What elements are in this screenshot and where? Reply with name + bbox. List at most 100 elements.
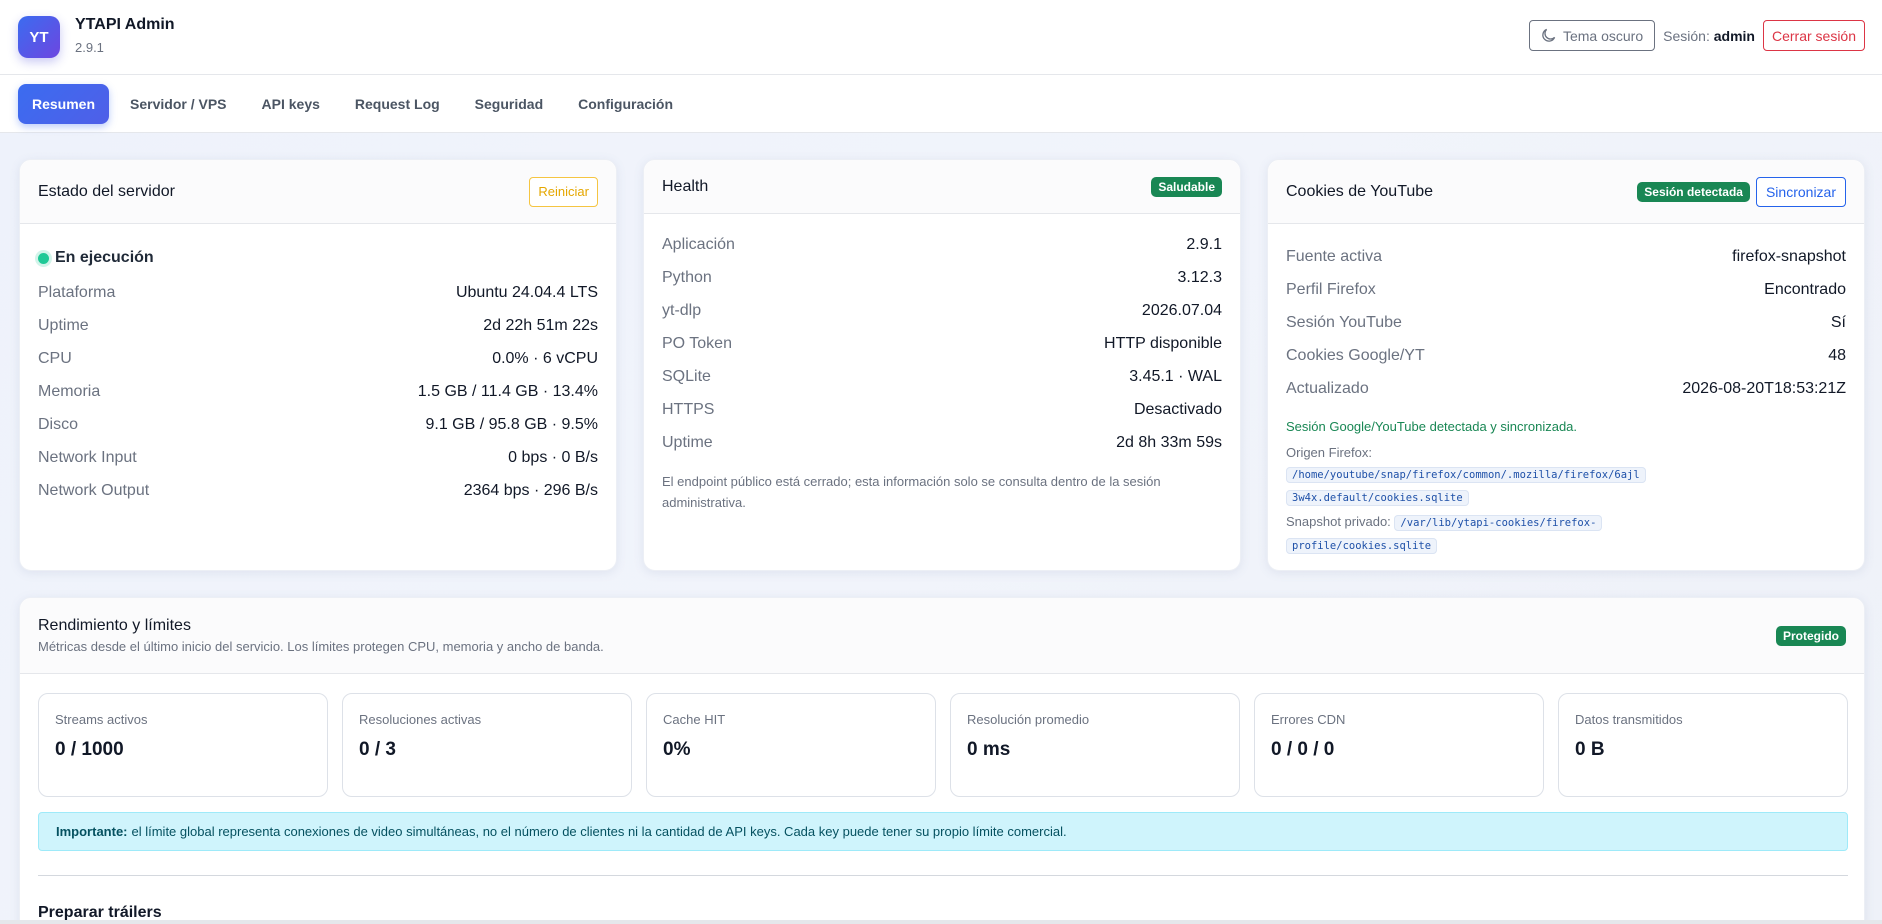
- metric-card: Cache HIT 0%: [646, 693, 936, 797]
- kv-row: Perfil Firefox Encontrado: [1286, 273, 1846, 306]
- server-status-text: En ejecución: [55, 249, 154, 266]
- nav-tabs: Resumen Servidor / VPS API keys Request …: [18, 84, 694, 124]
- tab-seguridad[interactable]: Seguridad: [461, 84, 557, 124]
- server-card-title: Estado del servidor: [38, 182, 175, 200]
- app-name: YTAPI Admin: [75, 16, 175, 33]
- theme-toggle-button[interactable]: Tema oscuro: [1528, 20, 1656, 51]
- tab-api-keys[interactable]: API keys: [248, 84, 334, 124]
- kv-value: 2026.07.04: [1141, 301, 1222, 319]
- alert-bold-label: Importante:: [56, 824, 128, 839]
- kv-value: Sí: [1830, 313, 1846, 331]
- metric-label: Resoluciones activas: [359, 712, 482, 727]
- metric-label: Datos transmitidos: [1575, 712, 1683, 727]
- kv-value: 3.12.3: [1177, 268, 1222, 286]
- server-status-card: Estado del servidor Reiniciar En ejecuci…: [19, 159, 617, 571]
- header-actions: Tema oscuro Sesión: admin Cerrar sesión: [1528, 20, 1865, 51]
- metric-label: Streams activos: [55, 712, 148, 727]
- kv-value: HTTP disponible: [1104, 334, 1222, 352]
- health-status-badge: Saludable: [1151, 176, 1222, 197]
- kv-row: Python 3.12.3: [662, 261, 1222, 294]
- kv-value: 2.9.1: [1186, 235, 1222, 253]
- metric-card: Datos transmitidos 0 B: [1558, 693, 1848, 797]
- kv-key: Fuente activa: [1286, 247, 1383, 265]
- firefox-origin: Origen Firefox: /home/youtube/snap/firef…: [1286, 442, 1846, 509]
- horizontal-scrollbar[interactable]: [0, 920, 1882, 924]
- app-logo[interactable]: YT: [18, 16, 60, 58]
- tab-request-log[interactable]: Request Log: [341, 84, 454, 124]
- kv-value: Encontrado: [1764, 280, 1846, 298]
- kv-key: Perfil Firefox: [1286, 280, 1376, 298]
- metric-grid: Streams activos 0 / 1000 Resoluciones act…: [38, 693, 1848, 797]
- restart-button[interactable]: Reiniciar: [529, 176, 598, 207]
- kv-value: 2026-08-20T18:53:21Z: [1682, 379, 1846, 397]
- kv-value: 9.1 GB / 95.8 GB · 9.5%: [425, 415, 598, 433]
- theme-toggle-label: Tema oscuro: [1562, 27, 1644, 44]
- sync-button[interactable]: Sincronizar: [1755, 176, 1846, 207]
- cookies-card: Cookies de YouTube Sesión detectada Sinc…: [1267, 159, 1865, 571]
- kv-key: Cookies Google/YT: [1286, 346, 1425, 364]
- metric-value: 0 / 0 / 0: [1271, 739, 1335, 760]
- kv-key: Memoria: [38, 382, 101, 400]
- session-label: Sesión:: [1663, 27, 1710, 44]
- snapshot-path: /var/lib/ytapi-cookies/firefox-: [1394, 515, 1603, 531]
- performance-card: Rendimiento y límites Métricas desde el …: [19, 597, 1865, 924]
- kv-value: 1.5 GB / 11.4 GB · 13.4%: [417, 382, 598, 400]
- cookies-card-header: Cookies de YouTube Sesión detectada Sinc…: [1268, 160, 1864, 224]
- metric-card: Resoluciones activas 0 / 3: [342, 693, 632, 797]
- kv-row: SQLite 3.45.1 · WAL: [662, 360, 1222, 393]
- session-user: admin: [1713, 27, 1755, 44]
- kv-key: Uptime: [662, 433, 713, 451]
- section-divider: [38, 875, 1848, 876]
- kv-value: 48: [1828, 346, 1846, 364]
- kv-row: Uptime 2d 8h 33m 59s: [662, 426, 1222, 459]
- logout-button[interactable]: Cerrar sesión: [1762, 20, 1865, 51]
- metric-value: 0 / 3: [359, 739, 396, 760]
- session-info: Sesión: admin: [1663, 28, 1755, 44]
- app-version: 2.9.1: [75, 40, 104, 55]
- kv-key: Uptime: [38, 316, 89, 334]
- performance-title: Rendimiento y límites: [38, 617, 191, 634]
- health-card: Health Saludable Aplicación 2.9.1 Python 3…: [643, 159, 1241, 571]
- health-card-body: Aplicación 2.9.1 Python 3.12.3 yt-dlp 2026.…: [644, 214, 1240, 513]
- main-nav: Resumen Servidor / VPS API keys Request …: [0, 75, 1882, 133]
- top-header: YT YTAPI Admin 2.9.1 Tema oscuro Sesión:…: [0, 0, 1882, 75]
- server-card-header: Estado del servidor Reiniciar: [20, 160, 616, 224]
- performance-header: Rendimiento y límites Métricas desde el …: [20, 598, 1864, 674]
- metric-value: 0 B: [1575, 739, 1605, 760]
- kv-row: Actualizado 2026-08-20T18:53:21Z: [1286, 372, 1846, 405]
- server-card-body: En ejecución Plataforma Ubuntu 24.04.4 LT…: [20, 224, 616, 507]
- metric-value: 0 / 1000: [55, 739, 124, 760]
- kv-row: Disco 9.1 GB / 95.8 GB · 9.5%: [38, 408, 598, 441]
- kv-row: HTTPS Desactivado: [662, 393, 1222, 426]
- kv-key: Plataforma: [38, 283, 116, 301]
- kv-row: Sesión YouTube Sí: [1286, 306, 1846, 339]
- kv-key: yt-dlp: [662, 301, 702, 319]
- metric-label: Resolución promedio: [967, 712, 1090, 727]
- metric-value: 0 ms: [967, 739, 1011, 760]
- kv-row: PO Token HTTP disponible: [662, 327, 1222, 360]
- tab-servidor-vps[interactable]: Servidor / VPS: [116, 84, 240, 124]
- status-dot-icon: [38, 252, 49, 264]
- kv-value: 0.0% · 6 vCPU: [492, 349, 598, 367]
- server-status: En ejecución: [38, 244, 598, 272]
- kv-row: yt-dlp 2026.07.04: [662, 294, 1222, 327]
- limit-info-alert: Importante: el límite global representa …: [38, 812, 1848, 851]
- kv-row: Plataforma Ubuntu 24.04.4 LTS: [38, 276, 598, 309]
- kv-value: 0 bps · 0 B/s: [508, 448, 598, 466]
- kv-key: Aplicación: [662, 235, 735, 253]
- metric-card: Streams activos 0 / 1000: [38, 693, 328, 797]
- health-card-header: Health Saludable: [644, 160, 1240, 214]
- metric-value: 0%: [663, 739, 691, 760]
- kv-value: firefox-snapshot: [1732, 247, 1846, 265]
- kv-key: Actualizado: [1286, 379, 1369, 397]
- kv-row: CPU 0.0% · 6 vCPU: [38, 342, 598, 375]
- snapshot-path-cont: profile/cookies.sqlite: [1286, 538, 1438, 554]
- metric-card: Resolución promedio 0 ms: [950, 693, 1240, 797]
- kv-row: Network Input 0 bps · 0 B/s: [38, 441, 598, 474]
- alert-text: el límite global representa conexiones d…: [131, 824, 1067, 839]
- snapshot-label: Snapshot privado:: [1286, 514, 1391, 529]
- firefox-origin-label: Origen Firefox:: [1286, 445, 1372, 460]
- session-detected-badge: Sesión detectada: [1637, 181, 1750, 202]
- tab-resumen[interactable]: Resumen: [18, 84, 110, 124]
- tab-configuracion[interactable]: Configuración: [564, 84, 687, 124]
